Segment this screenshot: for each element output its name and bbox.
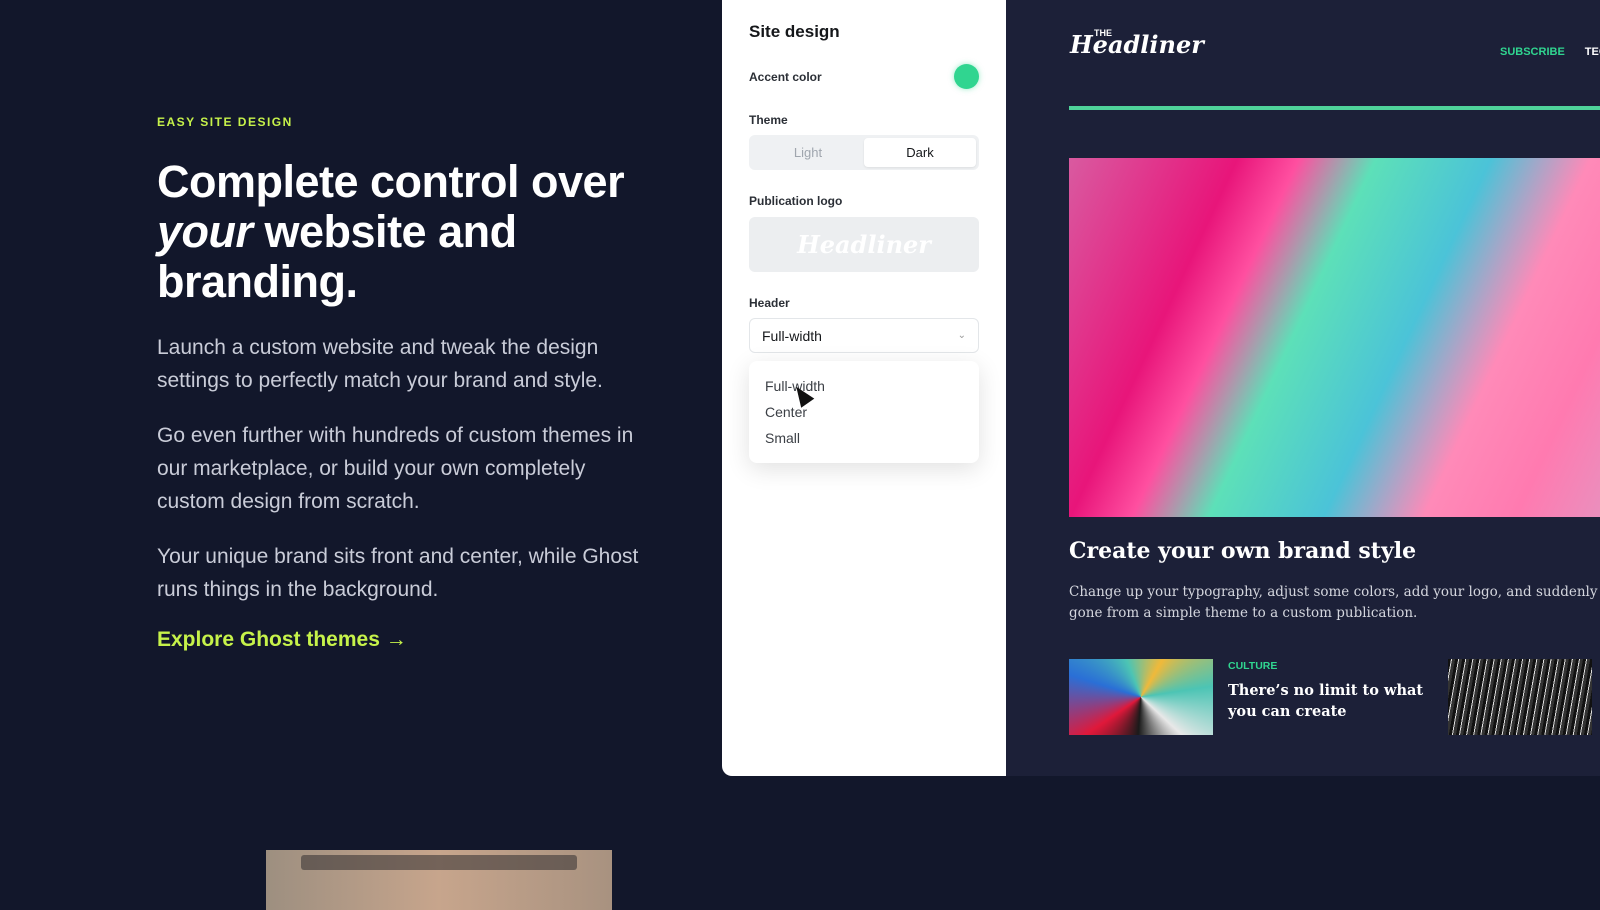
- menu-item-center[interactable]: Center: [765, 399, 963, 425]
- preview-description: Change up your typography, adjust some c…: [1069, 584, 1600, 621]
- accent-color-swatch[interactable]: [954, 64, 979, 89]
- headline: Complete control over your website and br…: [157, 156, 625, 307]
- paragraph: Launch a custom website and tweak the de…: [157, 336, 603, 392]
- feature-section: EASY SITE DESIGN Complete control over yo…: [157, 115, 657, 652]
- panel-title: Site design: [749, 22, 840, 41]
- thumbnail-navbar: [301, 855, 577, 870]
- publication-logo-upload[interactable]: Headliner: [749, 217, 979, 272]
- header-select[interactable]: Full-width ⌄: [749, 318, 979, 353]
- site-preview: THEHeadliner SUBSCRIBE TEC Create your ow…: [1006, 0, 1600, 776]
- preview-logo: THE Headliner: [1070, 28, 1204, 59]
- paragraph: Your unique brand sits front and center,…: [157, 545, 639, 601]
- theme-label: Theme: [749, 113, 788, 127]
- header-label: Header: [749, 296, 790, 310]
- preview-title: Create your own brand style: [1069, 538, 1417, 564]
- menu-item-small[interactable]: Small: [765, 425, 963, 451]
- theme-toggle: Light Dark: [749, 135, 979, 170]
- publication-logo-label: Publication logo: [749, 194, 843, 208]
- paragraph: Go even further with hundreds of custom …: [157, 424, 634, 513]
- explore-themes-link[interactable]: Explore Ghost themes →: [157, 628, 407, 652]
- card-title[interactable]: There’s no limit to what you can create: [1228, 680, 1428, 722]
- header-dropdown-menu: Full-width Center Small: [749, 361, 979, 463]
- accent-divider: [1069, 106, 1600, 110]
- hero-image: [1069, 158, 1600, 517]
- preview-nav: SUBSCRIBE TEC: [1500, 46, 1600, 58]
- site-design-panel: Site design Accent color Theme Light Dar…: [722, 0, 1006, 776]
- nav-item[interactable]: TEC: [1585, 46, 1600, 58]
- theme-dark-option[interactable]: Dark: [864, 138, 976, 167]
- theme-light-option[interactable]: Light: [752, 138, 864, 167]
- accent-color-label: Accent color: [749, 69, 822, 84]
- chevron-down-icon: ⌄: [957, 330, 966, 341]
- card-category[interactable]: CULTURE: [1228, 660, 1277, 672]
- eyebrow: EASY SITE DESIGN: [157, 115, 293, 129]
- nav-subscribe[interactable]: SUBSCRIBE: [1500, 46, 1565, 58]
- card-thumbnail[interactable]: [1069, 659, 1213, 735]
- card-thumbnail[interactable]: [1448, 659, 1592, 735]
- screenshot-thumbnail: [266, 850, 612, 910]
